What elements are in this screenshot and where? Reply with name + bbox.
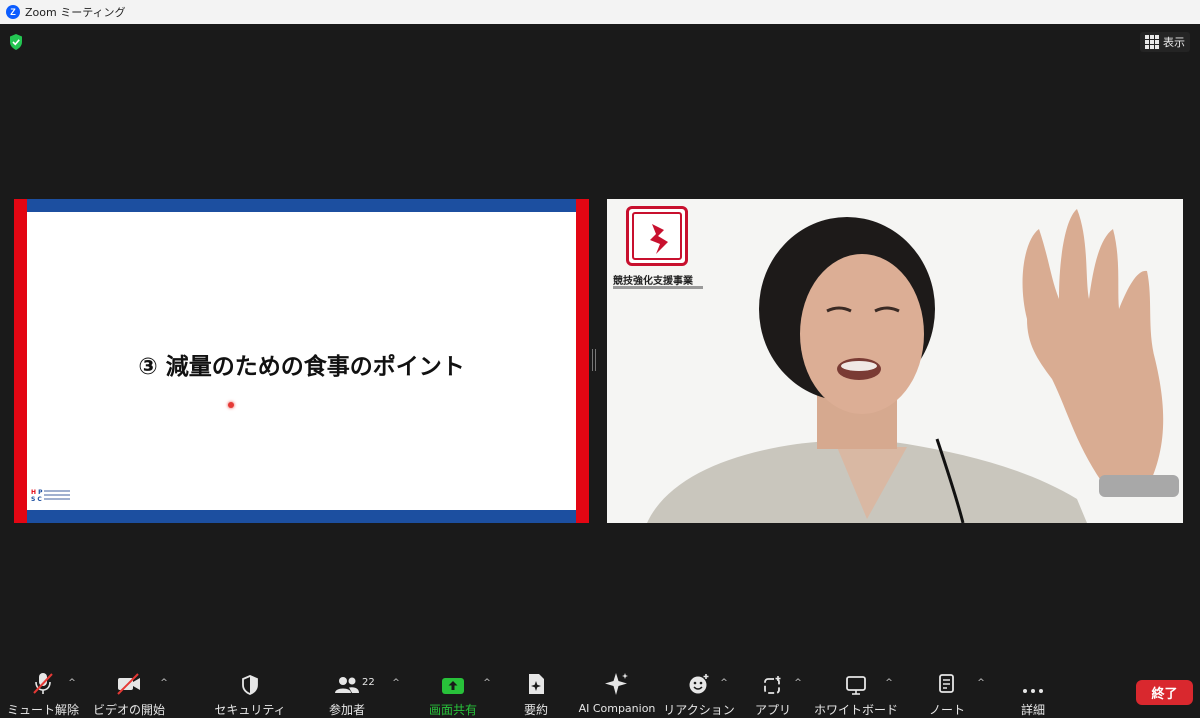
hpsc-logo: H P S C bbox=[31, 489, 71, 503]
view-button[interactable]: 表示 bbox=[1140, 32, 1190, 52]
participants-options-caret[interactable]: ^ bbox=[391, 678, 401, 688]
notes-options-caret[interactable]: ^ bbox=[976, 678, 986, 688]
hpsc-logo-letters: H P S C bbox=[31, 489, 43, 503]
apps-icon bbox=[764, 676, 781, 694]
security-button[interactable]: セキュリティ bbox=[214, 662, 286, 718]
slide-title: ③ 減量のための食事のポイント bbox=[138, 354, 465, 380]
slide-top-bar bbox=[14, 199, 589, 212]
participant-video[interactable]: 競技強化支援事業 bbox=[607, 199, 1183, 523]
window-title: Zoom ミーティング bbox=[25, 6, 126, 19]
share-screen-button[interactable]: 画面共有 bbox=[420, 662, 486, 718]
start-video-button[interactable]: ビデオの開始 bbox=[92, 662, 166, 718]
whiteboard-options-caret[interactable]: ^ bbox=[884, 678, 894, 688]
reaction-smiley-icon bbox=[689, 674, 709, 694]
video-camera-off-icon bbox=[117, 673, 140, 695]
slide-bottom-bar bbox=[14, 510, 589, 523]
end-meeting-button[interactable]: 終了 bbox=[1136, 680, 1193, 705]
notes-icon bbox=[939, 674, 954, 693]
window-titlebar: Z Zoom ミーティング bbox=[0, 0, 1200, 24]
zoom-logo-icon: Z bbox=[6, 5, 20, 19]
summary-document-icon bbox=[529, 674, 544, 694]
participants-button[interactable]: 参加者 bbox=[312, 662, 382, 718]
start-video-label: ビデオの開始 bbox=[92, 703, 165, 717]
reactions-options-caret[interactable]: ^ bbox=[719, 678, 729, 688]
microphone-muted-icon bbox=[33, 673, 53, 694]
video-options-caret[interactable]: ^ bbox=[159, 678, 169, 688]
mute-button[interactable]: ミュート解除 bbox=[7, 662, 80, 718]
meeting-toolbar: ミュート解除 ^ ビデオの開始 ^ セキュリティ 参加者 22 ^ 画面共有 ^… bbox=[0, 662, 1200, 718]
laser-pointer bbox=[228, 402, 234, 408]
apps-label: アプリ bbox=[754, 703, 791, 717]
whiteboard-icon bbox=[846, 676, 866, 695]
share-screen-icon bbox=[442, 678, 464, 694]
apps-button[interactable]: アプリ bbox=[748, 662, 798, 718]
participants-label: 参加者 bbox=[328, 703, 365, 717]
sponsor-logo-icon bbox=[626, 206, 688, 266]
share-options-caret[interactable]: ^ bbox=[482, 678, 492, 688]
notes-button[interactable]: ノート bbox=[918, 662, 976, 718]
view-label: 表示 bbox=[1163, 36, 1185, 49]
pane-divider-handle[interactable] bbox=[592, 349, 596, 371]
shared-slide: ③ 減量のための食事のポイント H P S C bbox=[14, 199, 589, 523]
notes-label: ノート bbox=[928, 703, 965, 717]
mute-options-caret[interactable]: ^ bbox=[67, 678, 77, 688]
more-label: 詳細 bbox=[1020, 703, 1045, 717]
ai-sparkle-icon bbox=[605, 673, 628, 695]
reactions-label: リアクション bbox=[663, 703, 735, 717]
whiteboard-button[interactable]: ホワイトボード bbox=[812, 662, 900, 718]
reactions-button[interactable]: リアクション bbox=[663, 662, 735, 718]
meeting-stage: 表示 ③ 減量のための食事のポイント H P S C 競技強化支援事業 bbox=[0, 24, 1200, 662]
more-dots-icon bbox=[1023, 689, 1043, 693]
apps-options-caret[interactable]: ^ bbox=[793, 678, 803, 688]
ai-companion-button[interactable]: AI Companion bbox=[576, 662, 658, 718]
more-button[interactable]: 詳細 bbox=[1004, 662, 1062, 718]
ai-companion-label: AI Companion bbox=[578, 702, 656, 715]
mute-label: ミュート解除 bbox=[7, 703, 80, 717]
participants-icon bbox=[335, 677, 359, 693]
summary-label: 要約 bbox=[523, 703, 548, 717]
security-label: セキュリティ bbox=[214, 703, 286, 717]
encryption-shield-icon[interactable] bbox=[9, 34, 23, 50]
whiteboard-label: ホワイトボード bbox=[813, 703, 898, 717]
sponsor-logo-text: 競技強化支援事業 bbox=[613, 276, 693, 287]
speaker-video-image bbox=[607, 199, 1183, 523]
sponsor-logo-subline bbox=[613, 286, 703, 289]
participants-count-badge: 22 bbox=[362, 677, 375, 688]
security-shield-icon bbox=[242, 675, 258, 695]
grid-icon bbox=[1145, 35, 1159, 49]
summary-button[interactable]: 要約 bbox=[506, 662, 566, 718]
share-screen-label: 画面共有 bbox=[428, 703, 477, 717]
